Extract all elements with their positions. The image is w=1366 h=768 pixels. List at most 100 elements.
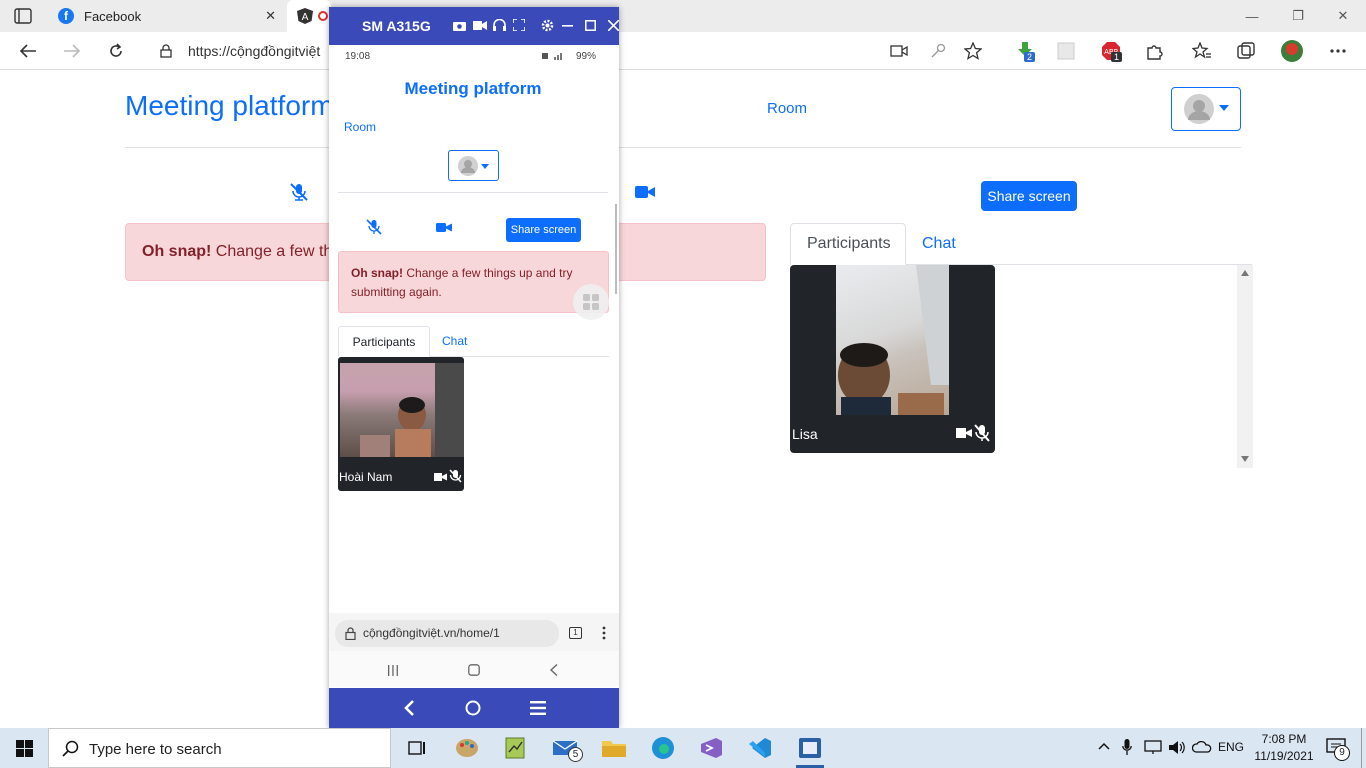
volume-icon[interactable] bbox=[1168, 740, 1186, 755]
taskbar-search-box[interactable]: Type here to search bbox=[48, 728, 391, 768]
search-placeholder: Type here to search bbox=[89, 741, 222, 758]
nav-room-link[interactable]: Room bbox=[767, 100, 807, 117]
more-menu-icon[interactable] bbox=[1325, 39, 1351, 63]
status-time: 19:08 bbox=[345, 51, 371, 62]
header-divider bbox=[125, 147, 1241, 148]
mirror-home-icon[interactable] bbox=[465, 700, 481, 716]
refresh-icon[interactable] bbox=[103, 39, 129, 63]
camera-permission-icon[interactable] bbox=[890, 44, 908, 58]
phone-system-nav bbox=[329, 651, 619, 687]
floating-apps-grid-icon[interactable] bbox=[573, 284, 609, 320]
tab-actions-icon[interactable] bbox=[14, 8, 32, 24]
task-view-icon[interactable] bbox=[404, 736, 430, 760]
audio-icon[interactable] bbox=[493, 19, 506, 31]
phone-participant-tabs: Participants Chat bbox=[338, 326, 609, 357]
onedrive-icon[interactable] bbox=[1192, 741, 1212, 753]
adblock-icon[interactable]: ABP 1 bbox=[1098, 39, 1124, 63]
phone-more-menu-icon[interactable] bbox=[602, 626, 606, 640]
mic-muted-icon bbox=[974, 424, 990, 442]
mail-icon[interactable]: 5 bbox=[552, 736, 583, 762]
mic-muted-icon[interactable] bbox=[289, 182, 309, 202]
mic-muted-icon[interactable] bbox=[366, 219, 382, 235]
phone-user-menu-dropdown[interactable] bbox=[448, 150, 499, 181]
record-video-icon[interactable] bbox=[473, 20, 487, 31]
panel-scrollbar[interactable] bbox=[1237, 265, 1253, 468]
notification-badge: 9 bbox=[1334, 745, 1350, 761]
extensions-puzzle-icon[interactable] bbox=[1141, 39, 1167, 63]
phone-minimize-icon[interactable] bbox=[562, 25, 573, 27]
home-icon[interactable] bbox=[468, 664, 480, 676]
signal-icon bbox=[542, 52, 572, 60]
windows-start-icon[interactable] bbox=[16, 740, 33, 757]
network-icon[interactable] bbox=[1144, 740, 1162, 755]
phone-tab-participants[interactable]: Participants bbox=[338, 326, 430, 357]
file-explorer-icon[interactable] bbox=[601, 736, 627, 760]
phone-tab-chat[interactable]: Chat bbox=[442, 334, 467, 348]
phone-maximize-icon[interactable] bbox=[585, 20, 596, 31]
show-hidden-icons-icon[interactable] bbox=[1098, 742, 1110, 750]
favorites-icon[interactable] bbox=[1189, 39, 1215, 63]
forward-icon[interactable] bbox=[59, 39, 85, 63]
windows-taskbar: Type here to search 5 ENG 7:08 PM 11/19/… bbox=[0, 728, 1366, 768]
minimize-window-button[interactable]: — bbox=[1229, 0, 1275, 32]
user-menu-dropdown[interactable] bbox=[1171, 87, 1241, 131]
svg-text:A: A bbox=[302, 12, 309, 23]
visual-studio-icon[interactable] bbox=[698, 736, 724, 760]
tab-participants[interactable]: Participants bbox=[790, 223, 906, 265]
settings-gear-icon[interactable] bbox=[541, 19, 554, 32]
tab-count-icon[interactable]: 1 bbox=[569, 627, 582, 639]
participant-card[interactable]: Lisa bbox=[790, 265, 995, 453]
alert-title: Oh snap! bbox=[351, 266, 404, 280]
scroll-down-icon[interactable] bbox=[1241, 456, 1249, 462]
show-desktop-button[interactable] bbox=[1361, 728, 1362, 768]
paint-app-icon[interactable] bbox=[454, 736, 480, 760]
input-language[interactable]: ENG bbox=[1218, 740, 1244, 754]
page-title[interactable]: Meeting platform bbox=[125, 90, 334, 122]
phone-browser-bar: cộngđồngitviệt.vn/home/1 1 bbox=[329, 613, 619, 651]
tab-facebook[interactable]: f Facebook ✕ bbox=[48, 0, 286, 32]
close-window-button[interactable]: ✕ bbox=[1320, 0, 1366, 32]
back-icon[interactable] bbox=[550, 664, 558, 676]
profile-avatar-icon[interactable] bbox=[1279, 39, 1305, 63]
collections-icon[interactable] bbox=[1233, 39, 1259, 63]
favorite-add-icon[interactable] bbox=[964, 42, 982, 60]
vscode-icon[interactable] bbox=[747, 736, 773, 760]
edge-browser-icon[interactable] bbox=[650, 736, 676, 760]
phone-nav-room-link[interactable]: Room bbox=[344, 120, 376, 134]
key-icon[interactable] bbox=[930, 43, 946, 59]
tab-chat[interactable]: Chat bbox=[906, 223, 972, 265]
back-icon[interactable] bbox=[15, 39, 41, 63]
scroll-up-icon[interactable] bbox=[1241, 270, 1249, 276]
screen-mirror-app-icon[interactable] bbox=[797, 736, 823, 760]
camera-icon[interactable] bbox=[635, 185, 655, 199]
download-extension-icon[interactable]: 2 bbox=[1012, 39, 1038, 63]
phone-close-icon[interactable] bbox=[608, 20, 619, 31]
close-tab-icon[interactable]: ✕ bbox=[265, 8, 276, 24]
browser-toolbar: https://cộngđồngitviệt 2 ABP 1 bbox=[0, 32, 1366, 70]
phone-participant-card[interactable]: Hoài Nam bbox=[338, 357, 464, 491]
lock-icon bbox=[345, 627, 356, 640]
share-screen-button[interactable]: Share screen bbox=[981, 181, 1077, 211]
system-clock[interactable]: 7:08 PM 11/19/2021 bbox=[1246, 731, 1322, 765]
notepad-chart-icon[interactable] bbox=[503, 736, 529, 760]
extension-grid-icon[interactable] bbox=[1053, 39, 1079, 63]
tab-angular-app[interactable]: A bbox=[287, 0, 331, 32]
url-text: https://cộngđồngitviệt bbox=[188, 43, 321, 59]
clock-time: 7:08 PM bbox=[1261, 732, 1307, 746]
phone-window-titlebar[interactable]: SM A315G bbox=[329, 7, 619, 45]
screenshot-icon[interactable] bbox=[453, 20, 466, 31]
recent-apps-icon[interactable] bbox=[387, 665, 399, 676]
phone-share-screen-button[interactable]: Share screen bbox=[506, 218, 581, 242]
record-icon bbox=[318, 11, 328, 21]
camera-icon[interactable] bbox=[436, 222, 452, 233]
mirror-back-icon[interactable] bbox=[404, 700, 414, 716]
phone-page-title[interactable]: Meeting platform bbox=[329, 79, 617, 99]
camera-on-icon bbox=[956, 427, 972, 439]
avatar bbox=[1184, 94, 1214, 124]
mirror-menu-icon[interactable] bbox=[530, 701, 546, 715]
fullscreen-icon[interactable] bbox=[513, 19, 525, 31]
microphone-icon[interactable] bbox=[1122, 739, 1132, 756]
phone-address-bar[interactable]: cộngđồngitviệt.vn/home/1 bbox=[335, 620, 559, 647]
notifications-icon[interactable]: 9 bbox=[1326, 738, 1350, 761]
restore-window-button[interactable]: ❐ bbox=[1275, 0, 1321, 32]
